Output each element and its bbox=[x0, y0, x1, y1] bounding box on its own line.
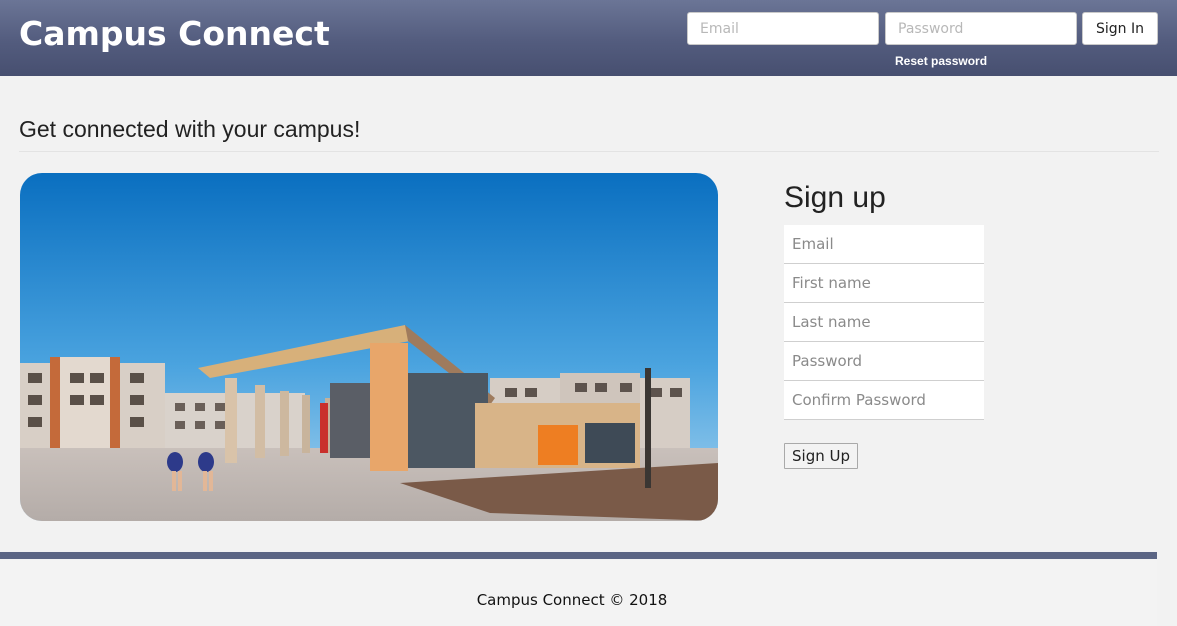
signup-form bbox=[784, 225, 984, 420]
brand-logo[interactable]: Campus Connect bbox=[19, 14, 330, 53]
sign-up-button[interactable]: Sign Up bbox=[784, 443, 858, 469]
signup-confirm-password-input[interactable] bbox=[784, 381, 984, 420]
divider bbox=[19, 151, 1159, 152]
login-email-input[interactable] bbox=[687, 12, 879, 45]
campus-photo bbox=[20, 173, 718, 521]
footer: Campus Connect © 2018 bbox=[0, 559, 1157, 626]
signup-first-name-input[interactable] bbox=[784, 264, 984, 303]
page-tagline: Get connected with your campus! bbox=[19, 116, 361, 142]
signup-last-name-input[interactable] bbox=[784, 303, 984, 342]
signup-password-input[interactable] bbox=[784, 342, 984, 381]
signup-email-input[interactable] bbox=[784, 225, 984, 264]
sign-in-button[interactable]: Sign In bbox=[1082, 12, 1158, 45]
top-nav-bar: Campus Connect Sign In Reset password bbox=[0, 0, 1177, 76]
login-password-input[interactable] bbox=[885, 12, 1077, 45]
footer-copyright: Campus Connect © 2018 bbox=[476, 591, 668, 609]
footer-divider bbox=[0, 552, 1157, 559]
reset-password-link[interactable]: Reset password bbox=[895, 54, 987, 68]
signup-title: Sign up bbox=[784, 181, 886, 214]
